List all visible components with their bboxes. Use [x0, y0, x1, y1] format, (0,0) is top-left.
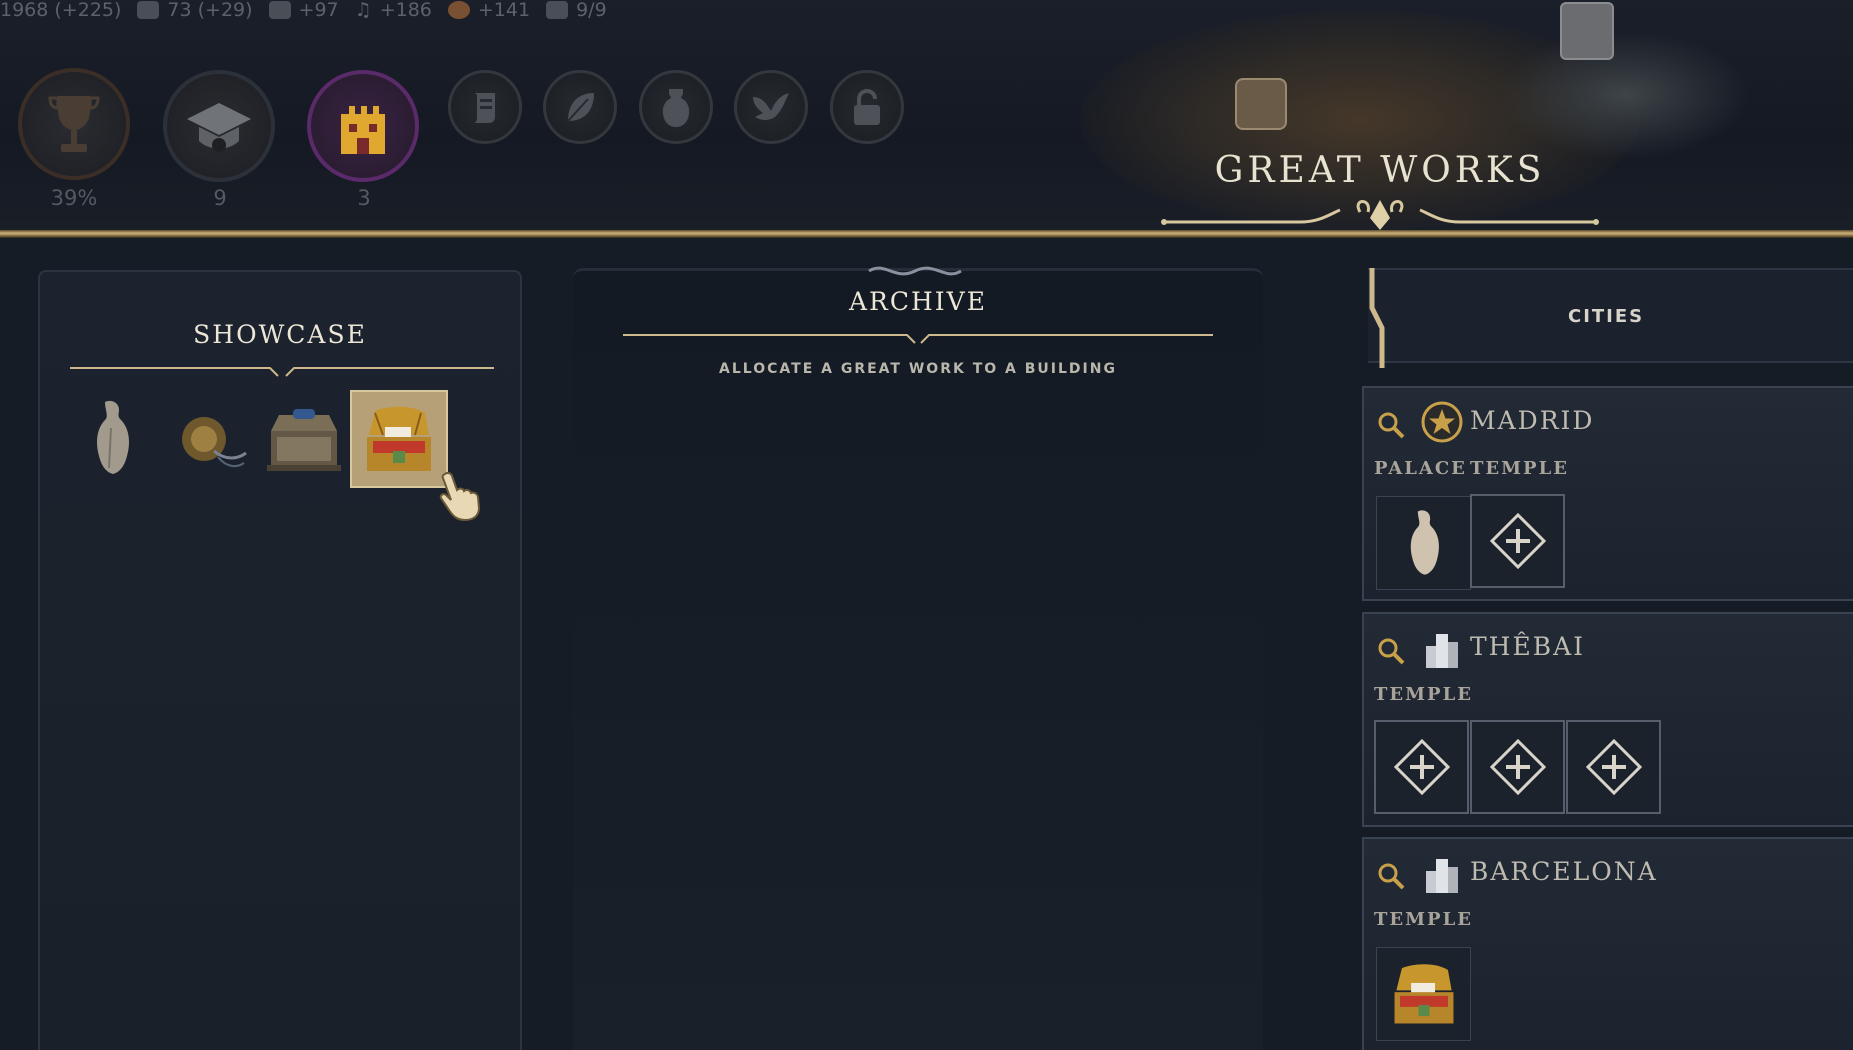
buildings-icon	[546, 1, 569, 19]
add-slot-icon	[1393, 739, 1450, 795]
city-name: THÊBAI	[1470, 632, 1586, 661]
great-works-title: GREAT WORKS	[1214, 150, 1546, 191]
globe-icon	[137, 1, 160, 19]
faith-icon	[268, 1, 291, 19]
marble-statue-icon	[97, 400, 129, 474]
cities-header: CITIES	[1368, 268, 1853, 368]
trophy-icon	[48, 96, 100, 152]
castle-count: 3	[357, 186, 371, 210]
happiness-icon	[447, 1, 470, 19]
top-bar: 1968 (+225) 73 (+29) +97 ♫ +186 +141 9/9 …	[0, 0, 1853, 233]
building-label-temple: TEMPLE	[1374, 684, 1473, 705]
city-name: BARCELONA	[1470, 857, 1658, 886]
city-buildings-icon	[1426, 634, 1458, 668]
magnifier-icon[interactable]	[1376, 636, 1406, 666]
add-slot-icon	[1489, 739, 1546, 795]
temple-map-icon[interactable]	[1235, 78, 1287, 130]
capital-star-icon	[1421, 401, 1463, 443]
resource-stats: 1968 (+225) 73 (+29) +97 ♫ +186 +141 9/9	[0, 0, 607, 22]
treasure-chest-icon	[367, 406, 431, 471]
faith-stat: +97	[268, 0, 339, 21]
trophy-progress: 39%	[50, 186, 98, 210]
showcase-panel: SHOWCASE	[38, 270, 522, 1050]
archive-title: ARCHIVE	[849, 287, 987, 316]
lock-button[interactable]	[830, 70, 904, 144]
marble-statue-icon	[1410, 510, 1439, 575]
showcase-slot-3[interactable]	[258, 392, 350, 484]
building-label-temple: TEMPLE	[1374, 909, 1473, 930]
building-label-temple: TEMPLE	[1470, 458, 1569, 479]
city-card-barcelona: BARCELONA TEMPLE	[1362, 837, 1853, 1050]
great-people-button[interactable]	[163, 70, 275, 182]
graduation-cap-icon	[187, 103, 251, 152]
cities-title: CITIES	[1568, 306, 1645, 327]
archive-subtitle: ALLOCATE A GREAT WORK TO A BUILDING	[719, 361, 1117, 377]
treasure-chest-icon	[1394, 964, 1453, 1024]
scroll-icon	[473, 93, 495, 123]
archive-ornament	[623, 334, 1213, 344]
showcase-slot-1[interactable]	[66, 392, 158, 484]
dove-button[interactable]	[734, 70, 808, 144]
cities-header-bracket	[1369, 268, 1385, 368]
golden-relic-icon	[182, 417, 247, 468]
temple-slot-empty-1[interactable]	[1374, 720, 1469, 814]
city-name: MADRID	[1470, 406, 1595, 435]
building-label-palace: PALACE	[1374, 458, 1467, 479]
leaf-icon	[567, 93, 594, 122]
hand-cursor-icon	[439, 471, 481, 522]
lock-icon	[854, 89, 880, 125]
reliquary-chest-icon	[267, 409, 341, 471]
city-buildings-icon	[1426, 859, 1458, 893]
globe-stat: 73 (+29)	[137, 0, 253, 21]
music-icon: ♫	[354, 0, 372, 21]
city-card-thebai: THÊBAI TEMPLE	[1362, 612, 1853, 827]
temple-slot-filled[interactable]	[1376, 947, 1471, 1041]
vase-icon	[662, 89, 690, 127]
great-people-count: 9	[213, 186, 227, 210]
archive-crest-ornament	[868, 266, 962, 276]
showcase-slot-4-selected[interactable]	[350, 390, 448, 488]
buildings-stat: 9/9	[546, 0, 607, 21]
leaf-button[interactable]	[543, 70, 617, 144]
temple-slot-empty-3[interactable]	[1566, 720, 1661, 814]
showcase-ornament	[70, 367, 494, 377]
map-island	[1500, 30, 1750, 160]
castle-button[interactable]	[307, 70, 419, 182]
add-slot-icon	[1489, 513, 1546, 569]
science-stat: 1968 (+225)	[0, 0, 122, 21]
archive-panel: ARCHIVE ALLOCATE A GREAT WORK TO A BUILD…	[573, 266, 1263, 1050]
palace-slot-filled[interactable]	[1376, 496, 1471, 590]
temple-slot-empty-2[interactable]	[1470, 720, 1565, 814]
trophy-button[interactable]	[18, 68, 130, 180]
happiness-stat: +141	[447, 0, 530, 21]
showcase-slot-2[interactable]	[162, 392, 254, 484]
city-card-madrid: MADRID PALACE TEMPLE	[1362, 386, 1853, 601]
magnifier-icon[interactable]	[1376, 861, 1406, 891]
music-stat: ♫ +186	[354, 0, 432, 21]
leader-portrait[interactable]	[1560, 2, 1614, 60]
magnifier-icon[interactable]	[1376, 410, 1406, 440]
temple-slot-empty[interactable]	[1470, 494, 1565, 588]
castle-icon	[341, 106, 385, 154]
title-ornament	[1161, 200, 1599, 233]
add-slot-icon	[1585, 739, 1642, 795]
showcase-title: SHOWCASE	[193, 320, 367, 349]
divider-line	[0, 230, 1853, 238]
dove-icon	[753, 93, 789, 120]
vase-button[interactable]	[639, 70, 713, 144]
scroll-button[interactable]	[448, 70, 522, 144]
